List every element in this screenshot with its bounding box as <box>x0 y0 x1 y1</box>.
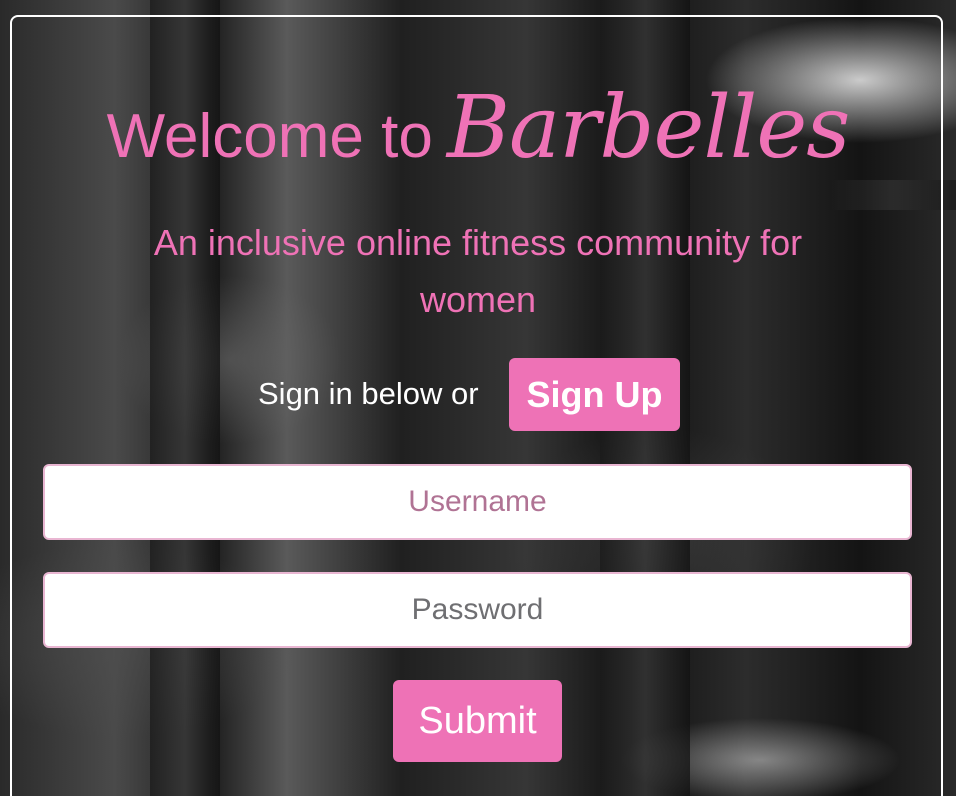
signin-prompt: Sign in below or <box>258 376 479 411</box>
password-input[interactable] <box>43 572 912 648</box>
sign-up-button[interactable]: Sign Up <box>509 358 680 431</box>
signin-row: Sign in below or Sign Up <box>0 358 956 432</box>
username-input[interactable] <box>43 464 912 540</box>
submit-button[interactable]: Submit <box>393 680 562 762</box>
title-lead: Welcome to <box>106 102 433 171</box>
page-title: Welcome to Barbelles <box>0 78 956 178</box>
page-subtitle: An inclusive online fitness community fo… <box>153 222 803 320</box>
brand-logo-text: Barbelles <box>446 78 851 178</box>
